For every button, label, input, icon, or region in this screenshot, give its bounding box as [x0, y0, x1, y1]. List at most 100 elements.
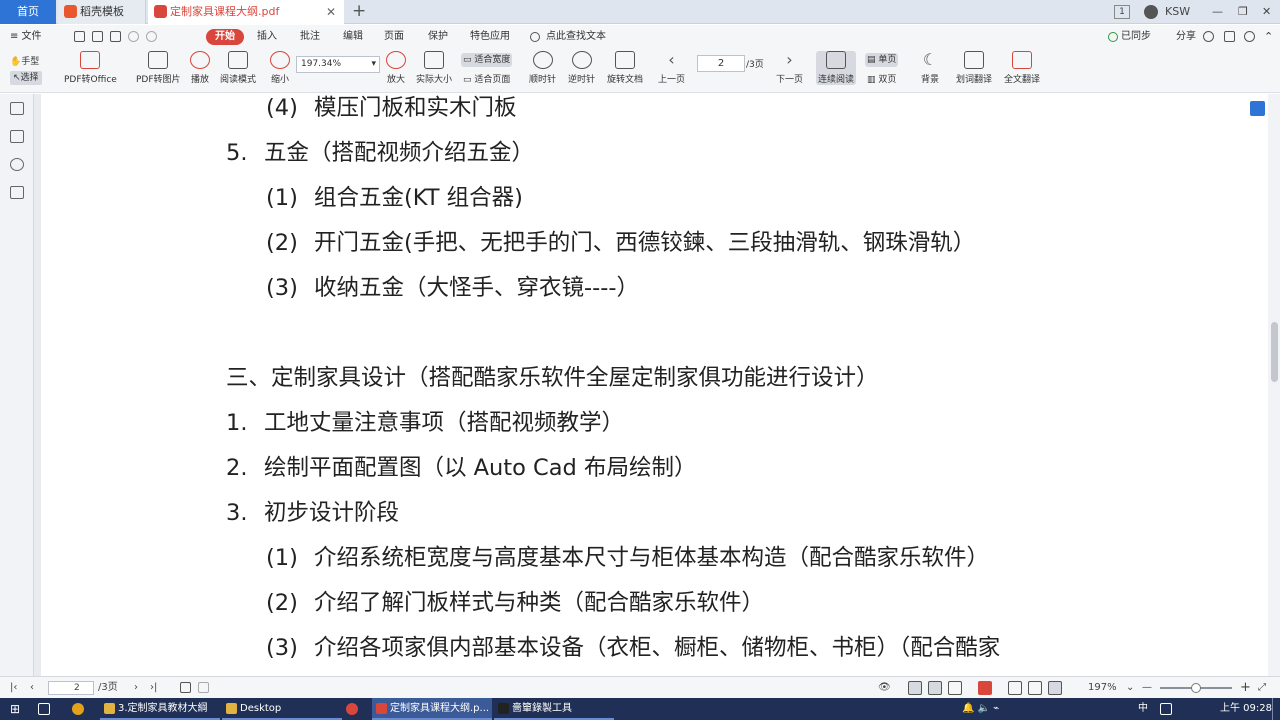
fit-page-icon: ▭ [463, 75, 475, 85]
page-input[interactable]: 2 [697, 55, 745, 72]
menu-insert[interactable]: 插入 [257, 25, 277, 49]
book-view-icon[interactable] [948, 681, 962, 695]
avatar[interactable] [1144, 5, 1158, 19]
attachment-icon[interactable] [10, 186, 24, 199]
system-clock[interactable]: 上午 09:28 [1220, 698, 1272, 720]
status-page-input[interactable]: 2 [48, 681, 94, 695]
add-page-icon[interactable] [180, 682, 191, 693]
find-text[interactable]: 点此查找文本 [546, 25, 606, 49]
continuous-view-icon[interactable] [928, 681, 942, 695]
skin-icon[interactable] [1224, 31, 1235, 42]
rotate-ccw-button[interactable]: 逆时针 [568, 51, 595, 85]
close-tab-icon[interactable]: ✕ [326, 0, 336, 24]
single-view-icon[interactable] [908, 681, 922, 695]
menu-edit[interactable]: 编辑 [343, 25, 363, 49]
help-icon[interactable] [1244, 31, 1255, 42]
menu-page[interactable]: 页面 [384, 25, 404, 49]
taskbar-item-recorder[interactable]: 嗇簞錄製工具 [494, 698, 614, 720]
next-page-icon[interactable]: › [134, 677, 138, 699]
ime-mode-icon[interactable] [1160, 703, 1172, 715]
first-page-icon[interactable]: |‹ [10, 677, 17, 699]
file-menu[interactable]: ≡ 文件 [10, 25, 42, 49]
undo-icon[interactable] [128, 31, 139, 42]
zoom-select[interactable]: 197.34% ▾ [296, 56, 380, 73]
user-name[interactable]: KSW [1165, 0, 1190, 24]
sync-status[interactable]: 已同步 [1121, 25, 1151, 49]
next-page-button[interactable]: › 下一页 [776, 51, 803, 86]
add-tab-button[interactable]: + [352, 0, 366, 22]
export-icon[interactable] [198, 682, 209, 693]
prev-page-button[interactable]: ‹ 上一页 [658, 51, 685, 86]
close-window-button[interactable]: ✕ [1262, 0, 1271, 24]
zoom-in-status[interactable]: + [1240, 677, 1251, 699]
minimize-button[interactable]: — [1212, 0, 1223, 24]
actual-size-button[interactable]: 实际大小 [416, 51, 452, 85]
single-page-button[interactable]: ▤ 单页 [865, 53, 899, 67]
tab-home[interactable]: 首页 [0, 0, 56, 24]
zoom-in-button[interactable]: 放大 [386, 51, 406, 85]
media-player-icon[interactable] [72, 703, 84, 715]
tab-template[interactable]: 稻壳模板 [58, 0, 146, 24]
fit-icon[interactable] [1008, 681, 1022, 695]
zoom-level[interactable]: 197% [1088, 677, 1117, 699]
tray-icons[interactable]: 🔔 🔈 ⌁ [962, 698, 999, 720]
last-page-icon[interactable]: ›| [150, 677, 157, 699]
print-icon[interactable] [110, 31, 121, 42]
play-button[interactable]: 播放 [190, 51, 210, 85]
zoom-slider-knob[interactable] [1191, 683, 1201, 693]
thumbnail-icon[interactable] [10, 130, 24, 143]
pdf-to-office-button[interactable]: PDF转Office [64, 51, 117, 85]
bookmark-icon[interactable] [10, 102, 24, 115]
settings-icon[interactable] [1203, 31, 1214, 42]
rotate-cw-button[interactable]: 顺时针 [529, 51, 556, 85]
collapse-ribbon-icon[interactable]: ⌃ [1264, 25, 1273, 49]
full-translate-button[interactable]: 全文翻译 [1004, 51, 1040, 85]
ime-indicator[interactable]: 中 [1138, 698, 1148, 720]
restore-button[interactable]: ❐ [1238, 0, 1248, 24]
chrome-icon[interactable] [346, 703, 358, 715]
windows-start-icon[interactable]: ⊞ [10, 698, 20, 720]
eye-icon[interactable]: 👁 [878, 677, 891, 699]
open-folder-icon[interactable] [74, 31, 85, 42]
list-item: 模压门板和实木门板 [314, 95, 517, 121]
annotation-icon[interactable] [10, 158, 24, 171]
save-icon[interactable] [92, 31, 103, 42]
float-tool-icon[interactable] [1250, 101, 1265, 116]
read-mode-button[interactable]: 阅读模式 [220, 51, 256, 85]
continuous-icon [826, 51, 846, 69]
play-status-icon[interactable] [978, 681, 992, 695]
expand-icon[interactable]: ⤢ [1258, 677, 1266, 699]
zoom-slider[interactable] [1160, 683, 1232, 693]
word-translate-button[interactable]: 划词翻译 [956, 51, 992, 85]
status-dropdown-icon[interactable]: ⌄ [1126, 677, 1134, 699]
menu-protect[interactable]: 保护 [428, 25, 448, 49]
redo-icon[interactable] [146, 31, 157, 42]
menu-special[interactable]: 特色应用 [470, 25, 510, 49]
zoom-out-button[interactable]: 缩小 [270, 51, 290, 85]
taskbar-item-desktop[interactable]: Desktop [222, 698, 342, 720]
share-button[interactable]: 分享 [1176, 25, 1196, 49]
show-desktop-button[interactable] [1272, 698, 1278, 720]
fit-page-status-icon[interactable] [1028, 681, 1042, 695]
rotate-doc-button[interactable]: 旋转文档 [607, 51, 643, 85]
fit-page-button[interactable]: ▭ 适合页面 [463, 73, 510, 87]
fit-width-button[interactable]: ▭ 适合宽度 [461, 53, 513, 67]
task-view-icon[interactable] [38, 703, 50, 715]
select-tool[interactable]: ↖选择 [10, 71, 42, 85]
background-button[interactable]: ☾ 背景 [920, 51, 940, 86]
fullscreen-icon[interactable] [1048, 681, 1062, 695]
taskbar-item-folder[interactable]: 3.定制家具教材大綱 [100, 698, 220, 720]
pdf-to-image-button[interactable]: PDF转图片 [136, 51, 181, 85]
double-page-button[interactable]: ▥ 双页 [867, 73, 896, 87]
menu-annotate[interactable]: 批注 [300, 25, 320, 49]
continuous-read-button[interactable]: 连续阅读 [816, 51, 857, 85]
zoom-out-status[interactable]: — [1142, 677, 1152, 699]
hand-tool[interactable]: ✋手型 [10, 55, 39, 69]
vertical-scrollbar[interactable] [1268, 94, 1280, 676]
recorder-icon [498, 703, 509, 714]
prev-page-icon[interactable]: ‹ [30, 677, 34, 699]
menu-start[interactable]: 开始 [206, 29, 244, 45]
scrollbar-thumb[interactable] [1271, 322, 1278, 382]
tab-pdf-document[interactable]: 定制家具课程大纲.pdf ✕ [148, 0, 344, 24]
taskbar-item-pdf[interactable]: 定制家具课程大纲.p... [372, 698, 492, 720]
